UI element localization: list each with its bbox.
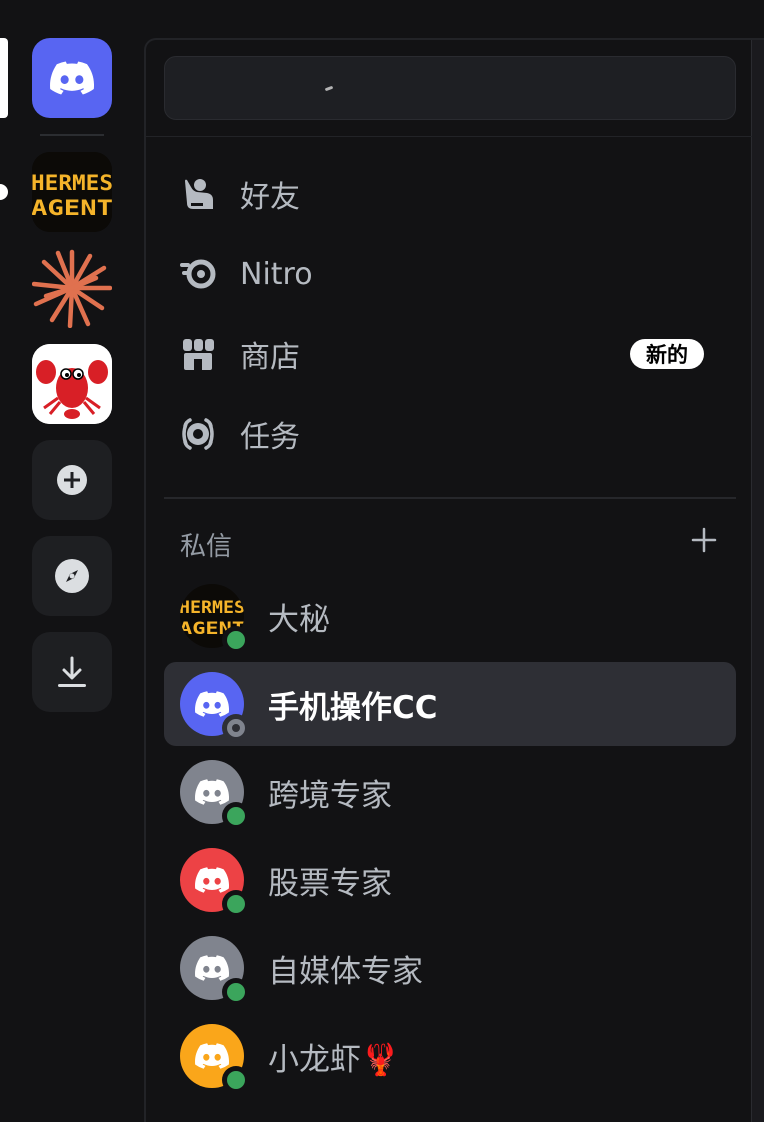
avatar: [180, 672, 250, 742]
hermes-agent-logo: HERMES AGENT: [32, 152, 112, 232]
status-offline: [222, 714, 250, 742]
status-online: [222, 802, 250, 830]
status-online: [222, 890, 250, 918]
discord-avatar-icon: [195, 867, 229, 893]
nav-shop-label: 商店: [240, 340, 300, 375]
download-icon: [58, 656, 86, 687]
shop-icon: [178, 334, 218, 374]
server-hermes-agent[interactable]: HERMES AGENT: [32, 152, 112, 232]
search-bar[interactable]: [164, 56, 736, 120]
cursor-caret: [324, 85, 334, 92]
dm-item[interactable]: HERMES AGENT 大秘: [164, 574, 736, 658]
status-online: [222, 1066, 250, 1094]
dm-name: 手机操作CC: [268, 689, 438, 726]
dm-item[interactable]: 自媒体专家: [164, 926, 736, 1010]
dm-panel: 好友 Nitro 商店 新的 任务 私信 HERMES AGENT 大秘 手机操…: [144, 38, 764, 1122]
discord-home-icon: [50, 61, 94, 95]
nav-nitro-label: Nitro: [240, 256, 313, 292]
server-rail: HERMES AGENT: [0, 0, 144, 1120]
nav-quests[interactable]: 任务: [164, 402, 734, 466]
discover-icon: [55, 559, 89, 593]
dm-name: 股票专家: [268, 865, 392, 902]
add-server-button[interactable]: [32, 440, 112, 520]
friends-icon: [178, 174, 218, 214]
server-red-lobster[interactable]: [32, 344, 112, 424]
burst-icon: [32, 249, 112, 328]
header-divider: [146, 136, 752, 137]
avatar: [180, 1024, 250, 1094]
nav-friends-label: 好友: [240, 180, 300, 215]
hermes-logo-line-1: HERMES: [32, 171, 112, 195]
avatar: [180, 936, 250, 1006]
status-online: [222, 626, 250, 654]
selected-indicator: [0, 38, 8, 118]
unread-indicator: [0, 184, 8, 200]
download-button[interactable]: [32, 632, 112, 712]
dm-item[interactable]: 小龙虾🦞: [164, 1014, 736, 1098]
server-claude-burst[interactable]: [32, 248, 112, 328]
lobster-icon: [32, 344, 112, 424]
avatar: [180, 760, 250, 830]
dm-item-selected[interactable]: 手机操作CC: [164, 662, 736, 746]
discord-avatar-icon: [195, 779, 229, 805]
nav-quests-label: 任务: [240, 420, 300, 455]
status-online: [222, 978, 250, 1006]
dm-name: 跨境专家: [268, 777, 392, 814]
nav-divider: [164, 497, 736, 499]
nav-shop[interactable]: 商店 新的: [164, 322, 734, 386]
discord-avatar-icon: [195, 1043, 229, 1069]
discord-avatar-icon: [195, 691, 229, 717]
avatar: HERMES AGENT: [180, 584, 250, 654]
add-dm-icon[interactable]: [690, 526, 718, 554]
home-button[interactable]: [32, 38, 112, 118]
dm-item[interactable]: 股票专家: [164, 838, 736, 922]
add-server-icon: [57, 465, 87, 495]
dm-name: 自媒体专家: [268, 953, 423, 990]
rail-separator: [40, 134, 104, 136]
quests-icon: [178, 414, 218, 454]
avatar: [180, 848, 250, 918]
discover-button[interactable]: [32, 536, 112, 616]
dm-name: 小龙虾🦞: [268, 1041, 400, 1078]
hermes-logo-line-2: AGENT: [32, 196, 112, 220]
dm-item[interactable]: 跨境专家: [164, 750, 736, 834]
hermes-avatar-line-1: HERMES: [180, 598, 244, 618]
new-badge: 新的: [630, 339, 704, 369]
dm-name: 大秘: [268, 601, 330, 638]
nav-friends[interactable]: 好友: [164, 162, 734, 226]
nitro-icon: [178, 254, 218, 294]
dm-section-title: 私信: [180, 532, 233, 562]
discord-avatar-icon: [195, 955, 229, 981]
panel-edge: [751, 40, 764, 1122]
nav-nitro[interactable]: Nitro: [164, 242, 734, 306]
